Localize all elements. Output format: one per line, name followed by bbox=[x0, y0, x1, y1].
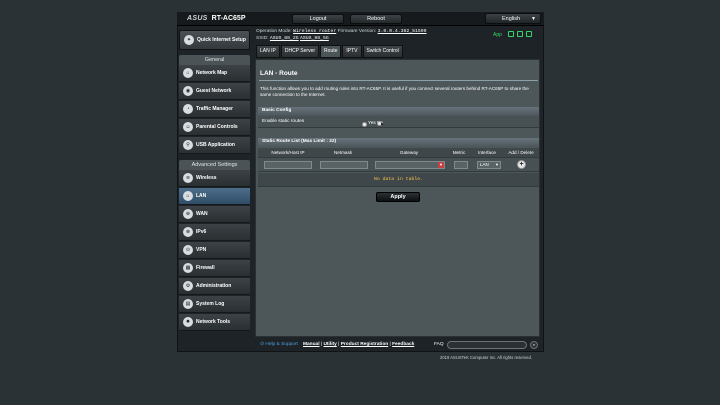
asus-logo: ASUS RT-AC65P bbox=[187, 15, 246, 22]
copyright: 2019 ASUSTeK Computer Inc. All rights re… bbox=[440, 355, 532, 360]
manual-link[interactable]: Manual bbox=[303, 342, 320, 347]
client-status-icon[interactable] bbox=[517, 31, 523, 37]
usb-icon: ⚲ bbox=[183, 140, 193, 150]
language-select[interactable]: English ▼ bbox=[485, 13, 541, 24]
sidebar-item-traffic-manager[interactable]: ◔ Traffic Manager bbox=[179, 101, 250, 118]
sidebar-item-ipv6[interactable]: ⊗ IPv6 bbox=[179, 224, 250, 241]
col-gateway: Gateway bbox=[399, 150, 419, 155]
tab-iptv[interactable]: IPTV bbox=[342, 45, 362, 58]
title-divider bbox=[259, 80, 538, 81]
product-registration-link[interactable]: Product Registration bbox=[341, 342, 388, 347]
radio-yes[interactable]: Yes bbox=[362, 118, 376, 130]
sidebar-item-usb-application[interactable]: ⚲ USB Application bbox=[179, 137, 250, 154]
network-map-icon: ⌂ bbox=[183, 68, 193, 78]
static-route-list-header: Static Route List (Max Limit : 32) bbox=[258, 138, 539, 146]
route-input-row: ▼ LAN ▼ + bbox=[258, 158, 539, 172]
ipv6-icon: ⊗ bbox=[183, 227, 193, 237]
wireless-icon: ≋ bbox=[183, 173, 193, 183]
search-icon[interactable]: ⌕ bbox=[530, 341, 538, 349]
ssid-5g: ASUS_88_5G bbox=[300, 36, 329, 41]
tab-lan-ip[interactable]: LAN IP bbox=[256, 45, 280, 58]
faq-search-input[interactable] bbox=[447, 341, 527, 349]
traffic-manager-icon: ◔ bbox=[183, 104, 193, 114]
tab-switch-control[interactable]: Switch Control bbox=[362, 45, 403, 58]
apply-button[interactable]: Apply bbox=[376, 192, 420, 202]
sidebar-item-network-tools[interactable]: ✸ Network Tools bbox=[179, 314, 250, 331]
network-ip-input[interactable] bbox=[264, 161, 312, 169]
tab-route[interactable]: Route bbox=[320, 45, 342, 58]
sidebar-item-vpn[interactable]: ⊙ VPN bbox=[179, 242, 250, 259]
usb-status-icon[interactable] bbox=[508, 31, 514, 37]
app-link[interactable]: App bbox=[493, 32, 502, 39]
sidebar-item-wireless[interactable]: ≋ Wireless bbox=[179, 170, 250, 187]
feedback-link[interactable]: Feedback bbox=[392, 342, 414, 347]
internet-status-icon[interactable] bbox=[526, 31, 532, 37]
administration-icon: ⚙ bbox=[183, 281, 193, 291]
advanced-settings-header: Advanced Settings bbox=[179, 160, 250, 170]
netmask-input[interactable] bbox=[320, 161, 368, 169]
quick-internet-setup-button[interactable]: ✦ Quick Internet Setup bbox=[179, 30, 250, 50]
sidebar-item-administration[interactable]: ⚙ Administration bbox=[179, 278, 250, 295]
help-support-link[interactable]: ⊙ Help & Support bbox=[260, 340, 298, 350]
tab-dhcp-server[interactable]: DHCP Server bbox=[280, 45, 320, 58]
page-description: This function allows you to add routing … bbox=[260, 86, 529, 97]
quick-setup-icon: ✦ bbox=[184, 35, 194, 45]
general-header: General bbox=[179, 55, 250, 65]
chevron-down-icon: ▼ bbox=[438, 162, 444, 168]
status-info: Operation Mode: Wireless router Firmware… bbox=[256, 28, 542, 44]
col-metric: Metric bbox=[452, 150, 466, 155]
sidebar-item-wan[interactable]: ⊕ WAN bbox=[179, 206, 250, 223]
interface-select[interactable]: LAN ▼ bbox=[477, 161, 501, 169]
reboot-button[interactable]: Reboot bbox=[350, 14, 402, 24]
guest-network-icon: ◉ bbox=[183, 86, 193, 96]
add-route-button[interactable]: + bbox=[517, 160, 526, 169]
route-panel: LAN - Route This function allows you to … bbox=[255, 59, 540, 337]
page-title: LAN - Route bbox=[260, 70, 298, 77]
network-tools-icon: ✸ bbox=[183, 317, 193, 327]
operation-mode-link[interactable]: Wireless router bbox=[293, 29, 336, 34]
route-table-header: Network/Host IP Netmask Gateway Metric I… bbox=[258, 148, 539, 158]
utility-link[interactable]: Utility bbox=[323, 342, 336, 347]
lan-icon: ⌂ bbox=[183, 191, 193, 201]
ssid-2g: ASUS_88_2G bbox=[269, 36, 299, 41]
chevron-down-icon: ▼ bbox=[495, 162, 499, 167]
radio-yes-dot[interactable] bbox=[362, 121, 367, 127]
system-log-icon: ▤ bbox=[183, 299, 193, 309]
radio-no[interactable]: No bbox=[377, 118, 383, 130]
sidebar-item-network-map[interactable]: ⌂ Network Map bbox=[179, 65, 250, 82]
sidebar-item-firewall[interactable]: ▦ Firewall bbox=[179, 260, 250, 277]
basic-config-header: Basic Config bbox=[258, 107, 539, 115]
footer: ⊙ Help & Support Manual | Utility | Prod… bbox=[256, 340, 542, 350]
parental-controls-icon: ☺ bbox=[183, 122, 193, 132]
chevron-down-icon: ▼ bbox=[531, 16, 536, 22]
sidebar-item-parental-controls[interactable]: ☺ Parental Controls bbox=[179, 119, 250, 136]
col-interface: Interface bbox=[478, 150, 496, 155]
sidebar-item-system-log[interactable]: ▤ System Log bbox=[179, 296, 250, 313]
firmware-link[interactable]: 3.0.0.4.382_51599 bbox=[378, 29, 427, 34]
faq-label: FAQ bbox=[434, 342, 444, 347]
lan-tabs: LAN IP DHCP Server Route IPTV Switch Con… bbox=[256, 45, 403, 58]
radio-no-dot[interactable] bbox=[377, 121, 382, 126]
sidebar-item-lan[interactable]: ⌂ LAN bbox=[179, 188, 250, 205]
col-add-delete: Add / Delete bbox=[508, 150, 534, 155]
top-bar: ASUS RT-AC65P Logout Reboot English ▼ bbox=[177, 12, 544, 26]
wan-icon: ⊕ bbox=[183, 209, 193, 219]
sidebar-item-guest-network[interactable]: ◉ Guest Network bbox=[179, 83, 250, 100]
firewall-icon: ▦ bbox=[183, 263, 193, 273]
enable-static-routes-row: Enable static routes Yes No bbox=[258, 116, 539, 128]
metric-input[interactable] bbox=[454, 161, 468, 169]
model-name: RT-AC65P bbox=[211, 15, 246, 22]
no-data-message: No data in table. bbox=[258, 173, 539, 187]
logout-button[interactable]: Logout bbox=[292, 14, 344, 24]
col-network-host-ip: Network/Host IP bbox=[271, 150, 305, 155]
col-netmask: Netmask bbox=[333, 150, 353, 155]
vpn-icon: ⊙ bbox=[183, 245, 193, 255]
gateway-select[interactable]: ▼ bbox=[375, 161, 445, 169]
